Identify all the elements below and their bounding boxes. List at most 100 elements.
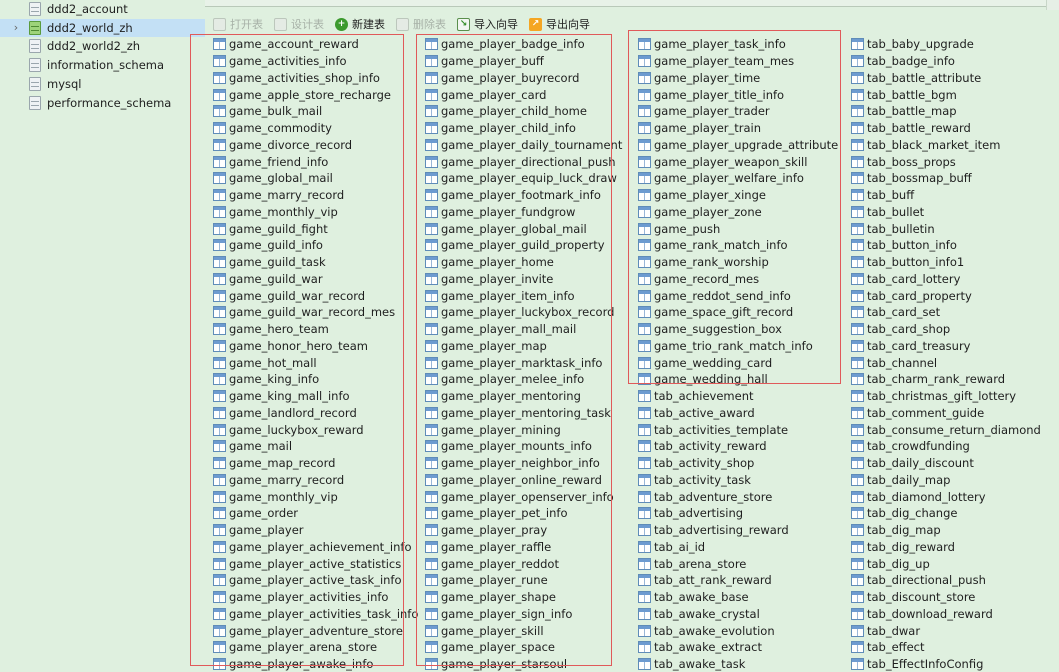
table-item[interactable]: tab_advertising: [638, 505, 743, 522]
toolbar-button-label: 打开表: [230, 18, 263, 31]
table-item[interactable]: tab_battle_attribute: [851, 70, 981, 87]
delete-table-button[interactable]: 删除表: [396, 14, 446, 34]
table-name: tab_awake_evolution: [654, 623, 775, 638]
table-item[interactable]: tab_activity_reward: [638, 438, 767, 455]
new-table-button[interactable]: + 新建表: [335, 14, 385, 34]
table-item[interactable]: tab_activity_shop: [638, 455, 754, 472]
table-item[interactable]: tab_card_treasury: [851, 338, 970, 355]
table-item[interactable]: tab_dwar: [851, 622, 920, 639]
table-item[interactable]: tab_black_market_item: [851, 137, 1000, 154]
scrollbar[interactable]: [1046, 0, 1059, 10]
table-item[interactable]: tab_card_shop: [851, 321, 950, 338]
table-name: tab_card_treasury: [867, 338, 971, 353]
toolbar-button-label: 设计表: [291, 18, 324, 31]
table-item[interactable]: tab_ai_id: [638, 539, 705, 556]
table-item[interactable]: tab_achievement: [638, 388, 754, 405]
table-item[interactable]: tab_awake_crystal: [638, 606, 760, 623]
table-item[interactable]: tab_awake_base: [638, 589, 749, 606]
table-item[interactable]: tab_dig_change: [851, 505, 957, 522]
table-item[interactable]: tab_bossmap_buff: [851, 170, 972, 187]
table-item[interactable]: tab_card_property: [851, 287, 972, 304]
table-item[interactable]: tab_dig_reward: [851, 539, 955, 556]
tab-strip: [205, 0, 1049, 7]
table-icon: [851, 473, 864, 486]
table-item[interactable]: tab_dig_map: [851, 522, 941, 539]
table-item[interactable]: tab_awake_evolution: [638, 622, 775, 639]
chevron-right-icon[interactable]: [11, 75, 21, 93]
chevron-right-icon[interactable]: [11, 94, 21, 112]
database-item[interactable]: ddd2_world2_zh: [0, 37, 205, 55]
table-item[interactable]: tab_directional_push: [851, 572, 986, 589]
table-item[interactable]: tab_daily_discount: [851, 455, 974, 472]
chevron-right-icon[interactable]: [11, 0, 21, 18]
chevron-right-icon[interactable]: ›: [11, 19, 21, 37]
table-item[interactable]: tab_adventure_store: [638, 488, 772, 505]
table-item[interactable]: tab_button_info: [851, 237, 957, 254]
database-item[interactable]: › ddd2_world_zh: [0, 18, 205, 37]
table-item[interactable]: tab_daily_map: [851, 472, 950, 489]
table-name: tab_battle_bgm: [867, 87, 957, 102]
table-item[interactable]: tab_diamond_lottery: [851, 488, 986, 505]
table-item[interactable]: tab_battle_bgm: [851, 86, 957, 103]
open-table-icon: [213, 17, 226, 31]
import-wizard-button[interactable]: ↘ 导入向导: [457, 14, 518, 34]
table-item[interactable]: tab_comment_guide: [851, 405, 984, 422]
table-item[interactable]: tab_card_set: [851, 304, 940, 321]
table-item[interactable]: tab_baby_upgrade: [851, 36, 974, 53]
table-item[interactable]: tab_awake_extract: [638, 639, 762, 656]
table-item[interactable]: tab_bulletin: [851, 220, 935, 237]
table-item[interactable]: tab_advertising_reward: [638, 522, 789, 539]
table-item[interactable]: tab_bullet: [851, 204, 924, 221]
table-name: tab_boss_props: [867, 154, 956, 169]
table-icon: [851, 88, 864, 101]
table-item[interactable]: tab_christmas_gift_lottery: [851, 388, 1016, 405]
table-item[interactable]: tab_badge_info: [851, 53, 955, 70]
table-item[interactable]: tab_card_lottery: [851, 271, 960, 288]
database-item[interactable]: information_schema: [0, 56, 205, 74]
table-item[interactable]: tab_channel: [851, 354, 937, 371]
database-icon: [29, 2, 41, 16]
table-item[interactable]: tab_arena_store: [638, 555, 746, 572]
export-wizard-button[interactable]: ↗ 导出向导: [529, 14, 590, 34]
table-name: tab_ai_id: [654, 539, 706, 554]
table-item[interactable]: tab_crowdfunding: [851, 438, 970, 455]
table-item[interactable]: tab_buff: [851, 187, 914, 204]
table-name: tab_baby_upgrade: [867, 37, 974, 52]
table-name: tab_card_shop: [867, 322, 951, 337]
table-item[interactable]: tab_button_info1: [851, 254, 964, 271]
table-item[interactable]: tab_effect: [851, 639, 925, 656]
table-item[interactable]: tab_discount_store: [851, 589, 975, 606]
table-item[interactable]: tab_att_rank_reward: [638, 572, 772, 589]
table-item[interactable]: tab_boss_props: [851, 153, 956, 170]
open-table-button[interactable]: 打开表: [213, 14, 263, 34]
table-item[interactable]: tab_battle_map: [851, 103, 957, 120]
table-icon: [851, 323, 864, 336]
table-icon: [851, 138, 864, 151]
table-item[interactable]: tab_consume_return_diamond: [851, 421, 1041, 438]
chevron-right-icon[interactable]: [11, 56, 21, 74]
table-name: tab_achievement: [654, 389, 754, 404]
database-item[interactable]: ddd2_account: [0, 0, 205, 18]
table-name: tab_activity_shop: [654, 456, 755, 471]
table-icon: [851, 557, 864, 570]
table-item[interactable]: tab_battle_reward: [851, 120, 971, 137]
table-icon: [851, 306, 864, 319]
database-item[interactable]: mysql: [0, 75, 205, 93]
database-item[interactable]: performance_schema: [0, 94, 205, 112]
table-item[interactable]: tab_charm_rank_reward: [851, 371, 1005, 388]
table-icon: [638, 423, 651, 436]
design-table-button[interactable]: 设计表: [274, 14, 324, 34]
table-item[interactable]: tab_dig_up: [851, 555, 930, 572]
table-name: tab_crowdfunding: [867, 439, 970, 454]
table-item[interactable]: tab_activity_task: [638, 472, 751, 489]
table-item[interactable]: tab_download_reward: [851, 606, 993, 623]
table-name: tab_battle_map: [867, 104, 957, 119]
table-icon: [638, 658, 651, 671]
table-name: tab_advertising_reward: [654, 523, 789, 538]
import-wizard-icon: ↘: [457, 17, 470, 31]
chevron-right-icon[interactable]: [11, 37, 21, 55]
table-name: tab_button_info1: [867, 255, 965, 270]
table-item[interactable]: tab_activities_template: [638, 421, 788, 438]
table-name: tab_download_reward: [867, 606, 993, 621]
table-item[interactable]: tab_active_award: [638, 405, 755, 422]
